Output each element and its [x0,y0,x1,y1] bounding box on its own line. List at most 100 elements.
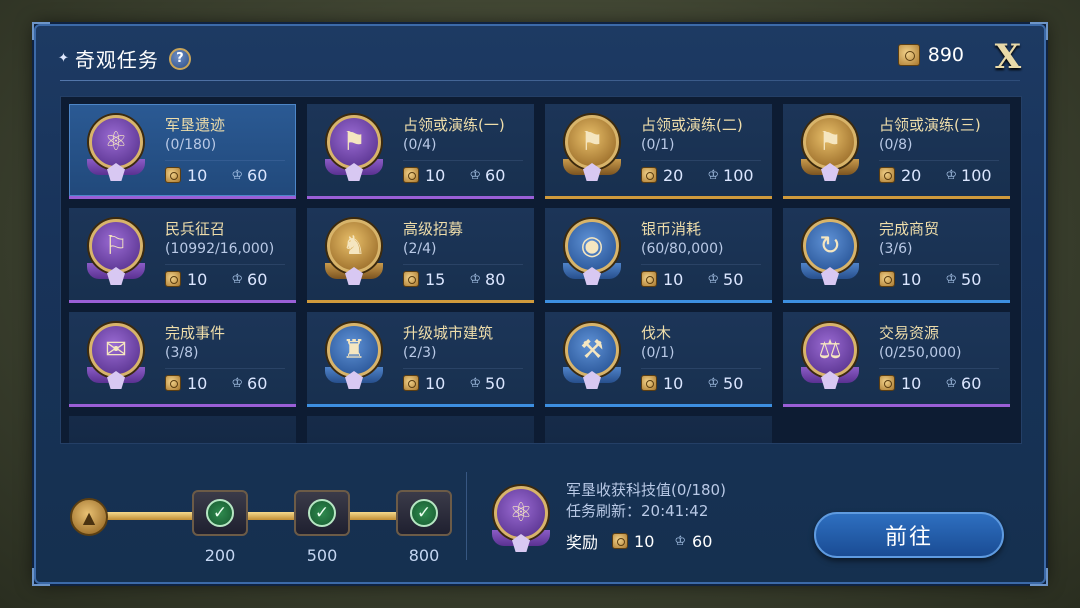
task-progress: (0/8) [879,136,913,153]
reward-exp-value: 60 [247,373,268,393]
reward-exp: ♔ 60 [945,374,981,393]
coin-icon [403,271,419,287]
task-badge-icon: ✉ [83,321,149,395]
task-card[interactable]: ⚒ 伐木 (0/1) 10 ♔ 50 [545,312,772,407]
reward-coin-value: 10 [425,373,446,393]
task-rewards: 10 ♔ 60 [165,367,285,393]
exp-icon: ♔ [707,167,720,183]
task-rewards: 10 ♔ 50 [403,367,523,393]
task-rewards: 10 ♔ 60 [165,263,285,289]
task-card[interactable]: ◉ 银币消耗 (60/80,000) 10 ♔ 50 [545,208,772,303]
reward-coin-value: 10 [187,269,208,289]
task-info: 升级城市建筑 (2/3) 10 ♔ 50 [403,324,534,393]
chest-800[interactable]: ✓ [396,490,452,536]
task-card[interactable] [307,416,534,443]
reward-exp-value: 100 [961,165,992,185]
task-name: 占领或演练(二) [641,115,743,134]
task-badge-icon: ⚑ [797,113,863,187]
coin-icon [403,375,419,391]
task-icon: ↻ [803,219,857,273]
task-rewards: 10 ♔ 50 [879,263,999,289]
coin-icon [641,167,657,183]
task-card[interactable]: ♜ 升级城市建筑 (2/3) 10 ♔ 50 [307,312,534,407]
question-icon[interactable]: ? [168,47,191,70]
panel-corner [32,22,50,40]
task-icon: ⚑ [803,115,857,169]
task-card[interactable] [69,416,296,443]
task-icon: ◉ [565,219,619,273]
reward-coin-value: 15 [425,269,446,289]
task-icon: ⚛ [89,115,143,169]
detail-reward: 奖励 10 ♔ 60 [566,529,726,553]
reward-exp: ♔ 60 [231,166,267,185]
task-badge-icon: ⚐ [83,217,149,291]
task-card[interactable]: ⚑ 占领或演练(一) (0/4) 10 ♔ 60 [307,104,534,199]
reward-coin-value: 10 [663,373,684,393]
task-name: 占领或演练(三) [879,115,981,134]
reward-coin-value: 10 [187,165,208,185]
task-rewards: 10 ♔ 50 [641,367,761,393]
chest-500[interactable]: ✓ [294,490,350,536]
reward-coin-value: 20 [663,165,684,185]
task-badge-icon: ♜ [321,321,387,395]
task-card[interactable]: ⚑ 占领或演练(三) (0/8) 20 ♔ 100 [783,104,1010,199]
close-button[interactable]: X [990,37,1026,77]
task-name: 完成商贸 [879,219,940,238]
task-card[interactable]: ✉ 完成事件 (3/8) 10 ♔ 60 [69,312,296,407]
task-progress: (0/1) [641,344,675,361]
task-info: 交易资源 (0/250,000) 10 ♔ 60 [879,324,1010,393]
exp-icon: ♔ [231,271,244,287]
task-info: 占领或演练(三) (0/8) 20 ♔ 100 [879,116,1010,185]
coin-icon [612,533,629,549]
coin-icon [879,167,895,183]
task-badge-icon: ◉ [559,217,625,291]
go-button[interactable]: 前往 [814,512,1004,558]
milestone-track: ▲ ✓ ✓ ✓ 200 500 800 [68,482,452,572]
task-card[interactable]: ⚐ 民兵征召 (10992/16,000) 10 ♔ 60 [69,208,296,303]
coin-icon [641,271,657,287]
task-card[interactable]: ♞ 高级招募 (2/4) 15 ♔ 80 [307,208,534,303]
task-info: 完成商贸 (3/6) 10 ♔ 50 [879,220,1010,289]
currency-display: 890 [897,44,964,66]
task-badge-icon: ↻ [797,217,863,291]
coin-icon [897,44,920,66]
reward-exp-value: 50 [485,373,506,393]
task-grid-scroll[interactable]: ⚛ 军垦遗迹 (0/180) 10 ♔ 60 ⚑ 占领或演练(一) (0/4) 10 ♔ 60 ⚑ 占领或… [60,96,1022,444]
coin-icon [641,375,657,391]
coin-icon [879,375,895,391]
exp-icon: ♔ [707,271,720,287]
reward-exp-value: 100 [723,165,754,185]
chest-200[interactable]: ✓ [192,490,248,536]
coin-icon [403,167,419,183]
task-card[interactable]: ⚖ 交易资源 (0/250,000) 10 ♔ 60 [783,312,1010,407]
task-card[interactable] [545,416,772,443]
coin-icon [165,167,181,183]
reward-exp: ♔ 60 [469,166,505,185]
task-icon: ⚒ [565,323,619,377]
exp-icon: ♔ [469,271,482,287]
task-rewards: 10 ♔ 60 [403,159,523,185]
reward-exp-value: 60 [247,165,268,185]
panel-corner [1030,568,1048,586]
task-badge-icon: ⚛ [83,113,149,187]
task-info: 民兵征召 (10992/16,000) 10 ♔ 60 [165,220,296,289]
detail-title: 军垦收获科技值(0/180) [566,481,726,499]
reward-exp-value: 60 [247,269,268,289]
task-progress: (0/180) [165,136,217,153]
task-card[interactable]: ↻ 完成商贸 (3/6) 10 ♔ 50 [783,208,1010,303]
exp-icon: ♔ [674,533,687,549]
exp-icon: ♔ [945,271,958,287]
task-rewards: 10 ♔ 60 [165,159,285,185]
pyramid-icon: ▲ [70,498,108,536]
reward-exp-value: 60 [692,531,713,551]
task-card[interactable]: ⚛ 军垦遗迹 (0/180) 10 ♔ 60 [69,104,296,199]
reward-coin-value: 10 [187,373,208,393]
task-rewards: 20 ♔ 100 [641,159,761,185]
task-card[interactable]: ⚑ 占领或演练(二) (0/1) 20 ♔ 100 [545,104,772,199]
task-name: 伐木 [641,323,672,342]
reward-coin-value: 10 [901,373,922,393]
task-progress: (0/1) [641,136,675,153]
task-progress: (10992/16,000) [165,240,275,257]
reward-exp: ♔ 50 [707,270,743,289]
title-row: ✦ 奇观任务 ? [58,44,191,73]
